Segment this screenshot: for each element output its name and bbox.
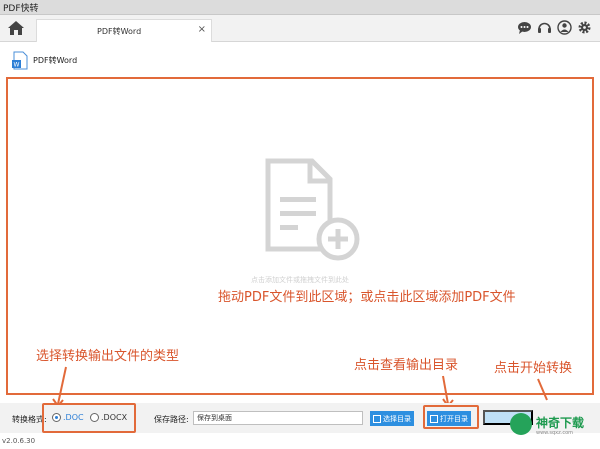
brand-logo-icon [510,413,532,435]
radio-dot [90,413,99,422]
save-path-input[interactable] [193,411,363,425]
format-docx-label: .DOCX [101,413,128,422]
annotation-arrows [52,366,548,408]
format-doc-radio[interactable]: .DOC [52,413,84,422]
version-label: v2.0.6.30 [2,437,36,445]
radio-dot [52,413,61,422]
watermark: 神奇下载 www.sqxz.com [506,410,598,442]
open-dir-button[interactable]: 打开目录 [427,411,471,426]
folder-icon [430,414,438,423]
format-radio-group: .DOC .DOCX [42,403,136,433]
choose-dir-label: 选择目录 [383,415,411,423]
save-path-label: 保存路径: [154,415,189,424]
format-docx-radio[interactable]: .DOCX [90,413,127,422]
format-doc-label: .DOC [63,413,84,422]
watermark-brand: 神奇下载 [536,416,585,430]
save-icon [373,414,381,423]
choose-dir-button[interactable]: 选择目录 [370,411,414,426]
open-dir-label: 打开目录 [440,415,468,423]
watermark-site: www.sqxz.com [536,430,574,436]
